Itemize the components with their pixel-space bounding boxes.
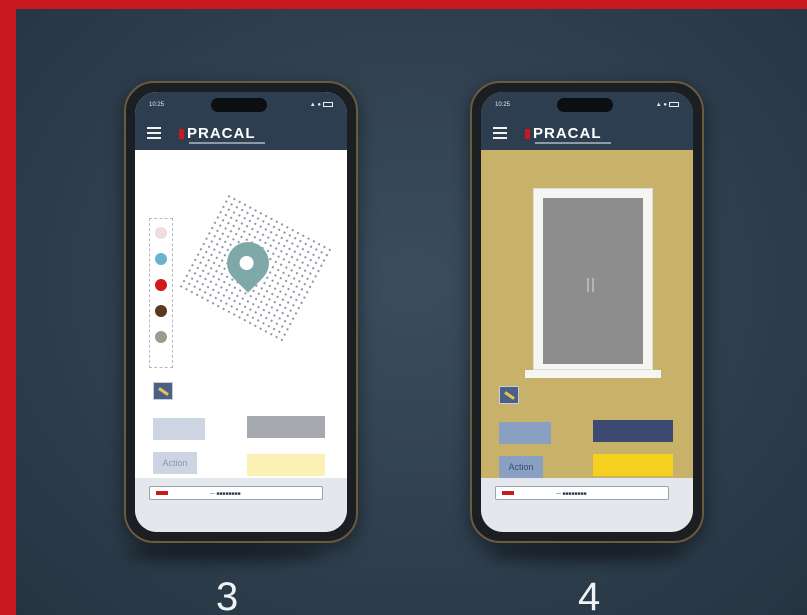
red-frame-top <box>0 0 807 9</box>
bottom-panel: — ■■■■■■■■ <box>135 478 347 532</box>
option-button[interactable] <box>153 418 205 440</box>
bottom-toolbar[interactable]: — ■■■■■■■■ <box>495 486 669 500</box>
option-button[interactable] <box>499 422 551 444</box>
phone-mockup-step-4: 10:25 ▲ ● PRACAL Action — ■■■■■■■■ <box>470 81 704 543</box>
phone-mockup-step-3: 10:25 ▲ ● PRACAL Action — ■■■■■■■■ <box>124 81 358 543</box>
camera-notch <box>211 98 267 112</box>
phone-screen: 10:25 ▲ ● PRACAL Action — ■■■■■■■■ <box>481 92 693 532</box>
flag-icon <box>502 491 514 495</box>
door-handle-icon <box>587 278 599 292</box>
status-indicators: ▲ ● <box>656 102 679 108</box>
logo-tagline <box>189 142 265 144</box>
logo-tagline <box>535 142 611 144</box>
phone-shadow <box>123 545 323 563</box>
phone-shadow <box>486 545 686 563</box>
paint-tool-icon[interactable] <box>499 386 519 404</box>
color-swatch[interactable] <box>155 331 167 343</box>
step-number-3: 3 <box>216 575 239 615</box>
red-frame-left <box>0 0 16 615</box>
color-palette <box>149 218 173 368</box>
hamburger-menu-icon[interactable] <box>493 127 507 139</box>
bottom-toolbar-text: — ■■■■■■■■ <box>210 491 241 497</box>
step-number-4: 4 <box>578 575 601 615</box>
bottom-toolbar[interactable]: — ■■■■■■■■ <box>149 486 323 500</box>
battery-icon <box>323 102 333 107</box>
paint-tool-icon[interactable] <box>153 382 173 400</box>
option-button[interactable] <box>247 416 325 438</box>
app-header: PRACAL <box>481 116 693 150</box>
configurator-canvas[interactable]: Action <box>135 150 347 478</box>
status-indicators: ▲ ● <box>310 102 333 108</box>
app-header: PRACAL <box>135 116 347 150</box>
app-logo: PRACAL <box>533 125 602 142</box>
color-swatch[interactable] <box>155 253 167 265</box>
app-logo: PRACAL <box>187 125 256 142</box>
bottom-panel: — ■■■■■■■■ <box>481 478 693 532</box>
color-swatch[interactable] <box>155 227 167 239</box>
battery-icon <box>669 102 679 107</box>
action-button[interactable]: Action <box>499 456 543 478</box>
confirm-button[interactable] <box>593 454 673 476</box>
door-preview-canvas[interactable]: Action <box>481 150 693 478</box>
logo-mark-icon <box>179 129 184 139</box>
color-swatch[interactable] <box>155 279 167 291</box>
hamburger-menu-icon[interactable] <box>147 127 161 139</box>
door-sill <box>525 370 661 378</box>
confirm-button[interactable] <box>247 454 325 476</box>
status-time: 10:25 <box>149 102 165 108</box>
flag-icon <box>156 491 168 495</box>
phone-screen: 10:25 ▲ ● PRACAL Action — ■■■■■■■■ <box>135 92 347 532</box>
status-time: 10:25 <box>495 102 511 108</box>
bottom-toolbar-text: — ■■■■■■■■ <box>556 491 587 497</box>
color-swatch[interactable] <box>155 305 167 317</box>
action-button[interactable]: Action <box>153 452 197 474</box>
camera-notch <box>557 98 613 112</box>
option-button[interactable] <box>593 420 673 442</box>
logo-mark-icon <box>525 129 530 139</box>
showcase-background: 10:25 ▲ ● PRACAL Action — ■■■■■■■■ 10:25… <box>16 9 807 615</box>
